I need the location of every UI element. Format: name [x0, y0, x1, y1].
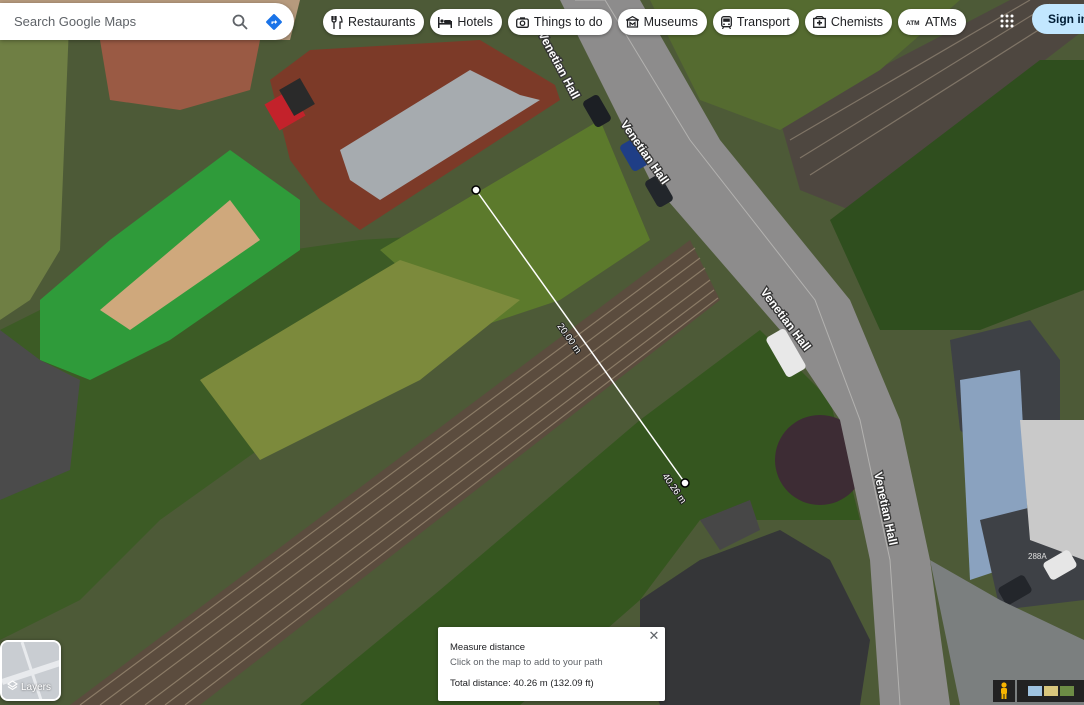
chip-restaurants[interactable]: Restaurants [323, 9, 425, 35]
house-number: 288A [1028, 552, 1047, 561]
measure-total: Total distance: 40.26 m (132.09 ft) [450, 678, 594, 689]
satellite-map[interactable]: Venetian Hall Venetian Hall Venetian Hal… [0, 0, 1084, 705]
measure-start-point[interactable] [471, 185, 481, 195]
chip-label: ATMs [924, 15, 957, 29]
search-icon[interactable] [226, 8, 254, 36]
svg-text:ATM: ATM [906, 20, 920, 26]
restaurant-icon [331, 15, 343, 29]
chip-museums[interactable]: Museums [617, 9, 707, 35]
pegman-icon[interactable] [993, 680, 1015, 702]
layers-label: Layers [21, 681, 52, 693]
map-tile-icon[interactable] [1027, 686, 1042, 696]
sign-in-button[interactable]: Sign in [1032, 4, 1084, 34]
museum-icon [625, 16, 639, 28]
measure-end-point[interactable] [680, 478, 690, 488]
measure-hint: Click on the map to add to your path [450, 657, 603, 668]
terrain-tile-icon[interactable] [1043, 686, 1058, 696]
search-box [0, 3, 294, 40]
chip-transport[interactable]: Transport [712, 9, 799, 35]
layers-button[interactable]: Layers [0, 640, 61, 701]
close-icon[interactable]: ✕ [647, 628, 661, 643]
google-apps-icon[interactable] [995, 9, 1019, 33]
camera-icon [515, 16, 529, 28]
map-canvas[interactable]: Venetian Hall Venetian Hall Venetian Hal… [0, 0, 1084, 705]
satellite-tile-icon[interactable] [1059, 686, 1074, 696]
chip-label: Chemists [830, 15, 883, 29]
category-chips: Restaurants Hotels Things to do Museums … [323, 9, 966, 35]
layers-icon [7, 680, 18, 694]
chip-chemists[interactable]: Chemists [804, 9, 892, 35]
measure-distance-panel: Measure distance Click on the map to add… [438, 627, 665, 701]
atm-icon: ATM [906, 18, 920, 26]
chip-label: Hotels [457, 15, 493, 29]
measure-title: Measure distance [450, 642, 525, 653]
map-type-tiles[interactable] [1017, 680, 1084, 702]
search-input[interactable] [0, 13, 226, 30]
directions-icon[interactable] [260, 8, 288, 36]
chip-label: Museums [643, 15, 698, 29]
layers-label-row: Layers [7, 680, 51, 694]
chip-label: Transport [736, 15, 790, 29]
pharmacy-icon [812, 16, 826, 28]
chip-hotels[interactable]: Hotels [430, 9, 502, 35]
transit-icon [720, 15, 732, 29]
chip-label: Things to do [533, 15, 603, 29]
chip-atms[interactable]: ATM ATMs [897, 9, 966, 35]
hotel-icon [438, 16, 453, 28]
chip-label: Restaurants [348, 15, 416, 29]
chip-things-to-do[interactable]: Things to do [507, 9, 612, 35]
